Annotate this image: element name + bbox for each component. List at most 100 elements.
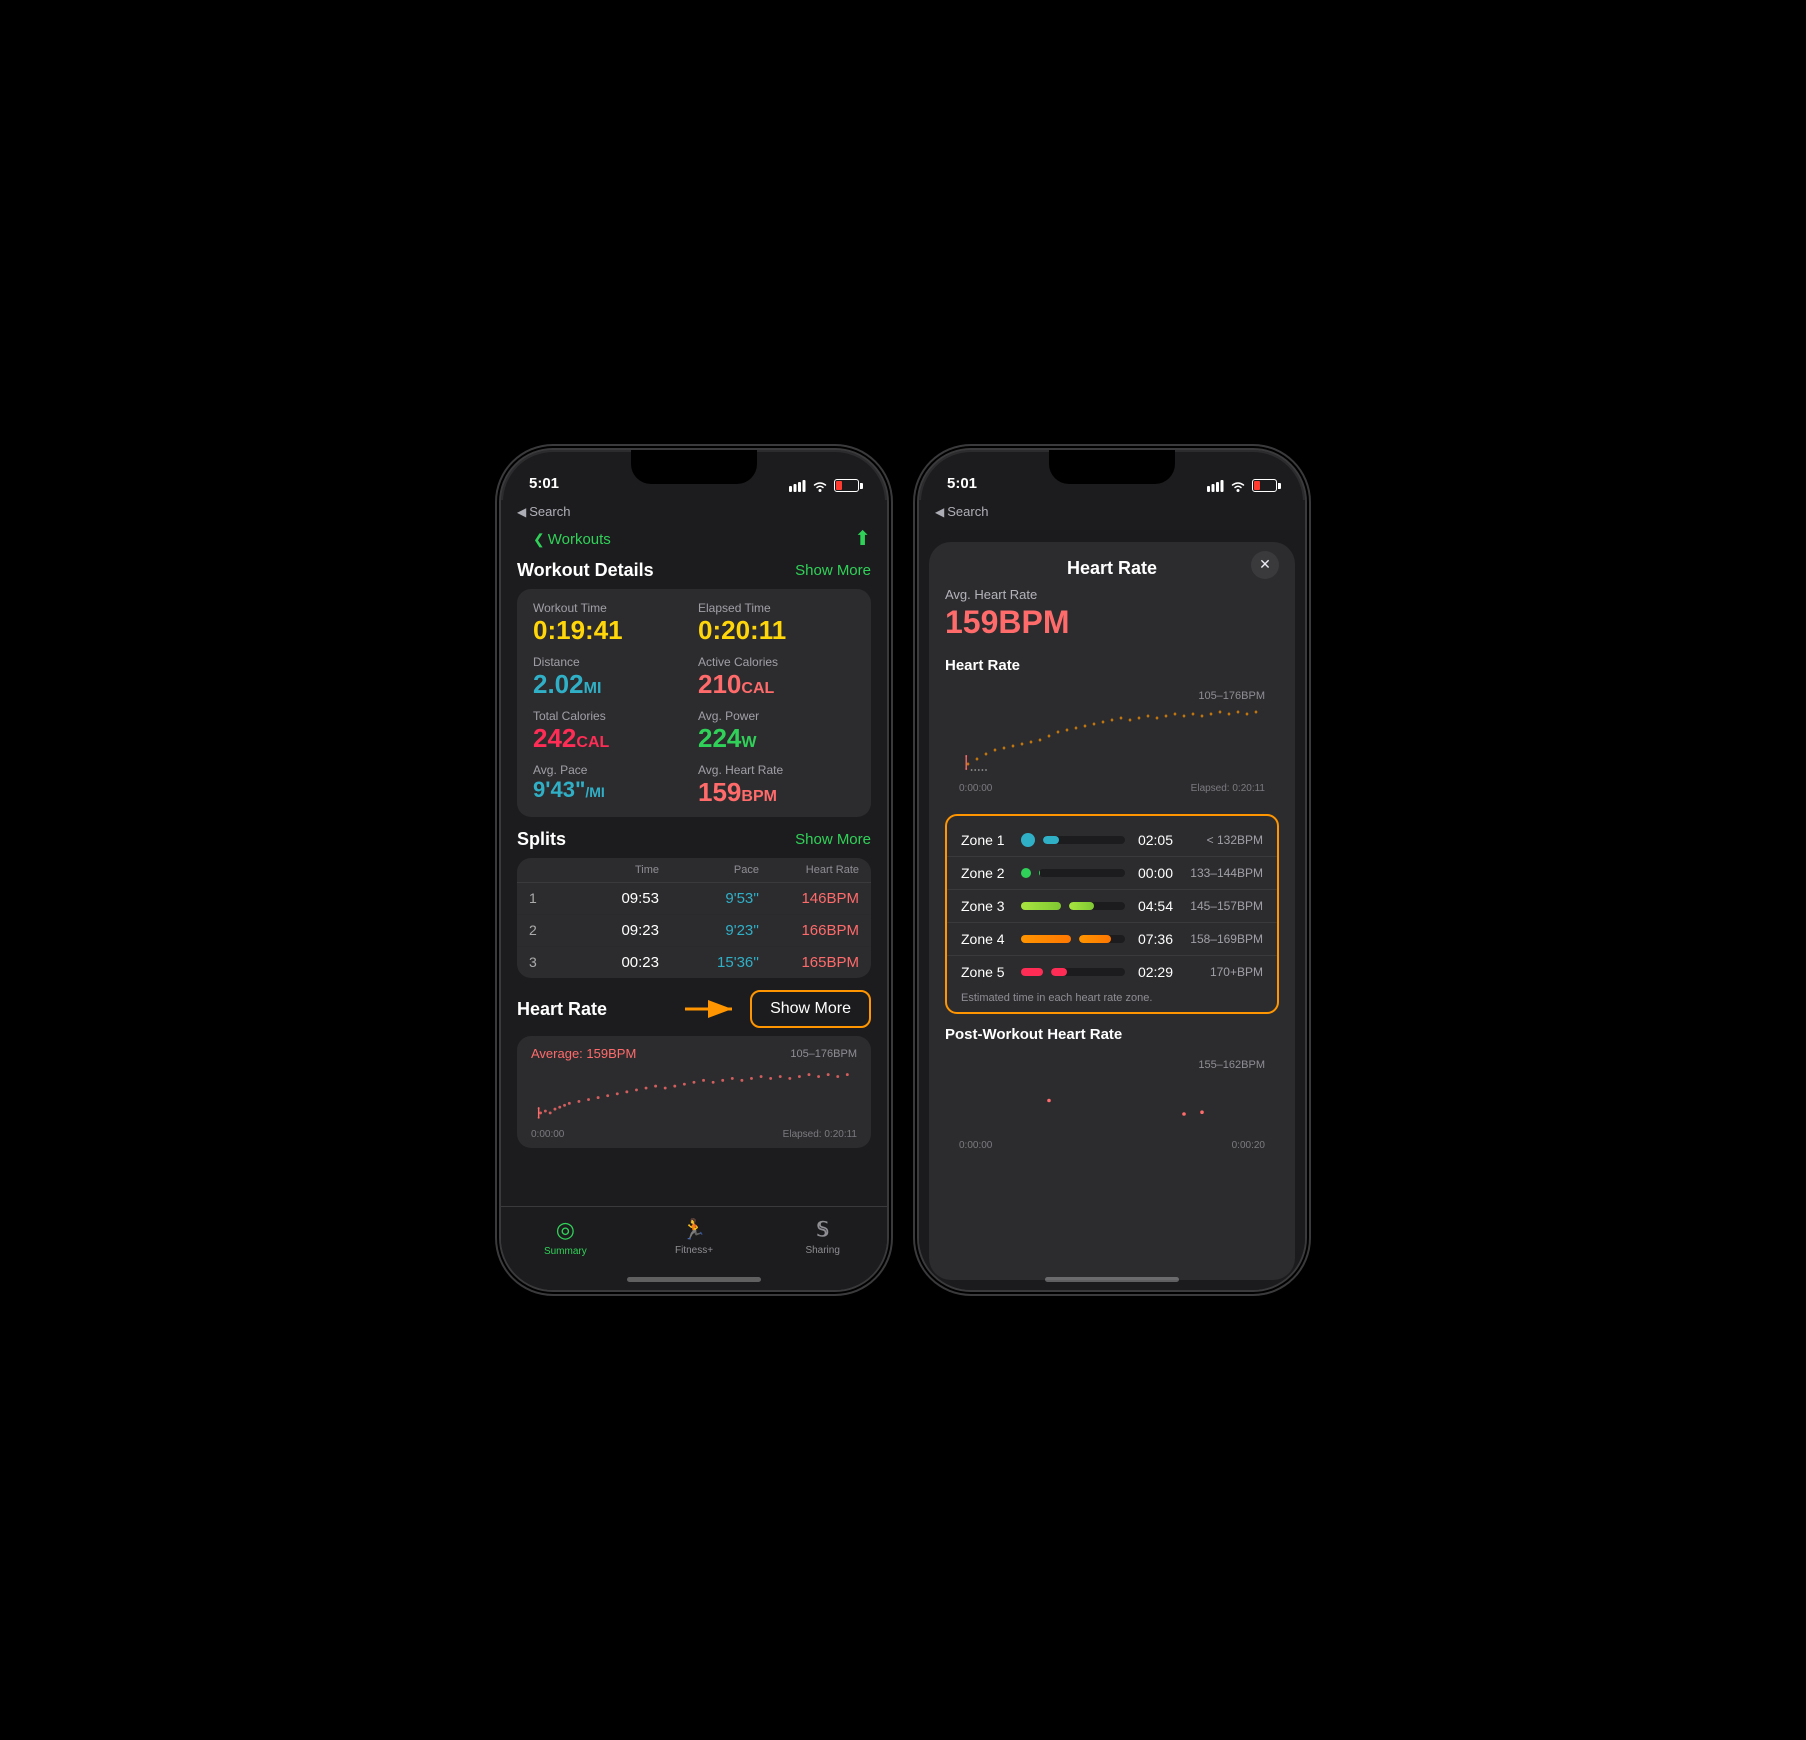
- hr-time-start: 0:00:00: [531, 1129, 564, 1140]
- workout-details-section: Workout Details Show More Workout Time 0…: [501, 560, 887, 829]
- zone-5-bpm: 170+BPM: [1181, 965, 1263, 979]
- zone-1-name: Zone 1: [961, 832, 1013, 848]
- back-chevron: ◀: [517, 505, 526, 519]
- tab-fitness-label: Fitness+: [675, 1245, 713, 1256]
- zone-1-bpm: < 132BPM: [1181, 833, 1263, 847]
- section-title: Workout Details: [517, 560, 654, 581]
- stat-label: Elapsed Time: [698, 601, 855, 615]
- stat-label: Avg. Pace: [533, 763, 690, 777]
- stat-value: 0:19:41: [533, 617, 690, 643]
- post-workout-title: Post-Workout Heart Rate: [945, 1026, 1279, 1043]
- stat-value: 210CAL: [698, 671, 855, 697]
- zone-5-indicator: [1021, 968, 1043, 976]
- zone-1-dot: [1021, 833, 1035, 847]
- status-time: 5:01: [947, 475, 977, 492]
- modal-body: Avg. Heart Rate 159BPM Heart Rate 105–17…: [929, 587, 1295, 1175]
- zone-5-bar: [1051, 968, 1125, 976]
- stat-avg-power: Avg. Power 224W: [698, 709, 855, 751]
- split-time: 00:23: [559, 954, 659, 971]
- zone-row-4: Zone 4 07:36 158–169BPM: [947, 923, 1277, 956]
- zone-4-time: 07:36: [1133, 931, 1173, 947]
- phone-content-right: ◀ Search Heart Rate ✕ Avg. Heart Rate 15…: [919, 500, 1305, 1290]
- tab-summary[interactable]: ◎ Summary: [501, 1217, 630, 1257]
- tab-sharing[interactable]: 𝕊 Sharing: [758, 1217, 887, 1256]
- share-button[interactable]: ⬆: [854, 526, 871, 551]
- zone-2-bpm: 133–144BPM: [1181, 866, 1263, 880]
- stat-workout-time: Workout Time 0:19:41: [533, 601, 690, 643]
- stats-card: Workout Time 0:19:41 Elapsed Time 0:20:1…: [517, 589, 871, 817]
- workout-show-more[interactable]: Show More: [795, 562, 871, 579]
- workouts-chevron: ❮: [533, 531, 545, 548]
- search-back[interactable]: ◀ Search: [501, 500, 887, 521]
- stat-value: 9'43"/MI: [533, 779, 690, 801]
- notch: [631, 450, 757, 484]
- split-hr: 165BPM: [759, 954, 859, 971]
- left-phone: 5:01 ◀ Search: [499, 448, 889, 1292]
- zone-5-name: Zone 5: [961, 964, 1013, 980]
- summary-icon: ◎: [556, 1217, 575, 1243]
- stat-label: Avg. Heart Rate: [698, 763, 855, 777]
- tab-summary-label: Summary: [544, 1246, 587, 1257]
- battery-icon: [834, 479, 859, 492]
- split-pace: 9'53'': [659, 890, 759, 907]
- stat-label: Workout Time: [533, 601, 690, 615]
- split-pace: 15'36'': [659, 954, 759, 971]
- split-num: 3: [529, 954, 559, 971]
- section-header: Workout Details Show More: [517, 560, 871, 581]
- phone-content: ◀ Search ❮ Workouts ⬆ Workout Details Sh…: [501, 500, 887, 1290]
- split-hr: 146BPM: [759, 890, 859, 907]
- page-header: ❮ Workouts ⬆: [501, 521, 887, 560]
- avg-hr-label: Avg. Heart Rate: [945, 587, 1279, 602]
- split-pace: 9'23'': [659, 922, 759, 939]
- modal-close-button[interactable]: ✕: [1251, 551, 1279, 579]
- home-indicator-right: [1045, 1277, 1179, 1282]
- zone-3-time: 04:54: [1133, 898, 1173, 914]
- search-label: Search: [947, 504, 988, 519]
- heart-rate-section: Heart Rate Show More: [501, 990, 887, 1160]
- post-hr-range: 155–162BPM: [959, 1059, 1265, 1071]
- search-label: Search: [529, 504, 570, 519]
- workouts-label: Workouts: [548, 531, 611, 548]
- col-pace: Pace: [659, 864, 759, 876]
- hr-chart-area: [531, 1065, 857, 1125]
- split-hr: 166BPM: [759, 922, 859, 939]
- stat-avg-pace: Avg. Pace 9'43"/MI: [533, 763, 690, 805]
- tab-sharing-label: Sharing: [805, 1245, 839, 1256]
- zone-2-name: Zone 2: [961, 865, 1013, 881]
- post-time-labels: 0:00:00 0:00:20: [959, 1140, 1265, 1151]
- zone-5-time: 02:29: [1133, 964, 1173, 980]
- splits-header-row: Time Pace Heart Rate: [517, 858, 871, 883]
- hr-section-header: Heart Rate Show More: [517, 990, 871, 1028]
- wifi-icon: [1230, 480, 1246, 492]
- splits-header: Splits Show More: [517, 829, 871, 850]
- splits-title: Splits: [517, 829, 566, 850]
- search-back-right[interactable]: ◀ Search: [919, 500, 1305, 521]
- modal-time-elapsed: Elapsed: 0:20:11: [1191, 783, 1265, 794]
- col-time: Time: [559, 864, 659, 876]
- fitness-icon: 🏃: [682, 1217, 707, 1242]
- workouts-back[interactable]: ❮ Workouts: [517, 525, 627, 552]
- zone-3-bar: [1069, 902, 1125, 910]
- back-chevron: ◀: [935, 505, 944, 519]
- zone-2-bar: [1039, 869, 1125, 877]
- zone-1-time: 02:05: [1133, 832, 1173, 848]
- hr-chart-modal: 105–176BPM: [945, 680, 1279, 802]
- split-num: 2: [529, 922, 559, 939]
- zones-box: Zone 1 02:05 < 132BPM Zone 2: [945, 814, 1279, 1014]
- modal-time-start: 0:00:00: [959, 783, 992, 794]
- avg-hr-value: 159BPM: [945, 604, 1279, 641]
- stat-value: 2.02MI: [533, 671, 690, 697]
- hr-show-more-button[interactable]: Show More: [750, 990, 871, 1028]
- col-hr: Heart Rate: [759, 864, 859, 876]
- split-num: 1: [529, 890, 559, 907]
- stat-total-calories: Total Calories 242CAL: [533, 709, 690, 751]
- hr-time-end: Elapsed: 0:20:11: [783, 1129, 857, 1140]
- tab-fitness[interactable]: 🏃 Fitness+: [630, 1217, 759, 1256]
- stat-elapsed-time: Elapsed Time 0:20:11: [698, 601, 855, 643]
- arrow-annotation: [680, 995, 740, 1023]
- hr-section-title: Heart Rate: [945, 657, 1279, 674]
- close-icon: ✕: [1259, 556, 1271, 573]
- splits-section: Splits Show More Time Pace Heart Rate 1 …: [501, 829, 887, 990]
- splits-show-more[interactable]: Show More: [795, 831, 871, 848]
- modal-hr-chart: [959, 704, 1265, 774]
